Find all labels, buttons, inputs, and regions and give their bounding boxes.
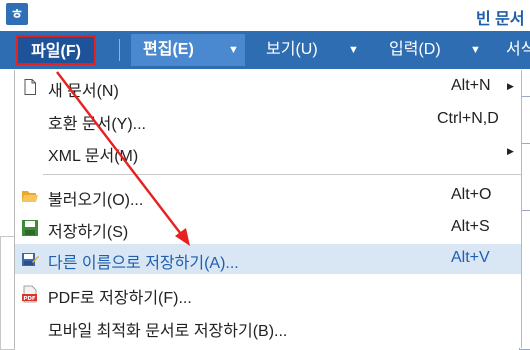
menu-item-label: XML 문서(M) — [48, 148, 139, 165]
menu-bar: 파일(F) 편집(E) ▼ 보기(U) ▼ 입력(D) ▼ 서식 — [0, 31, 530, 69]
menu-item-shortcut: Alt+O — [451, 186, 492, 203]
title-bar: ㅎ 빈 문서 — [0, 0, 530, 31]
save-as-icon — [22, 253, 39, 266]
menu-item-save-as[interactable]: 다른 이름으로 저장하기(A)... Alt+V — [15, 244, 521, 274]
menu-item-open[interactable]: 불러오기(O)... Alt+O — [15, 181, 521, 211]
hangul-app-icon[interactable]: ㅎ — [6, 3, 28, 25]
menu-item-label: PDF로 저장하기(F)... — [48, 290, 192, 307]
save-icon — [22, 220, 38, 236]
view-dropdown-caret-icon[interactable]: ▼ — [348, 44, 359, 56]
menu-item-label: 저장하기(S) — [48, 224, 129, 241]
menu-insert[interactable]: 입력(D) — [389, 31, 441, 69]
file-menu-dropdown: 새 문서(N) Alt+N ▶ 호환 문서(Y)... Ctrl+N,D XML… — [14, 70, 522, 348]
menu-item-label: 다른 이름으로 저장하기(A)... — [48, 255, 239, 272]
menu-divider — [43, 174, 521, 175]
menu-item-save-pdf[interactable]: PDF PDF로 저장하기(F)... — [15, 279, 521, 309]
new-document-icon — [24, 79, 36, 95]
menu-item-new-document[interactable]: 새 문서(N) Alt+N ▶ — [15, 72, 521, 102]
submenu-arrow-icon: ▶ — [507, 81, 514, 91]
menu-item-save-mobile[interactable]: 모바일 최적화 문서로 저장하기(B)... — [15, 312, 521, 342]
open-folder-icon — [22, 191, 38, 202]
insert-dropdown-caret-icon[interactable]: ▼ — [470, 44, 481, 56]
menu-file[interactable]: 파일(F) — [16, 35, 96, 65]
pdf-icon: PDF — [22, 285, 37, 303]
menu-item-shortcut: Alt+N — [451, 77, 491, 94]
menu-item-label: 불러오기(O)... — [48, 192, 144, 209]
menu-item-compatible-document[interactable]: 호환 문서(Y)... Ctrl+N,D — [15, 105, 521, 135]
menu-item-save[interactable]: 저장하기(S) Alt+S — [15, 213, 521, 243]
ruler-fragment — [0, 236, 15, 350]
menu-edit-label: 편집(E) — [143, 41, 194, 58]
menu-item-shortcut: Alt+S — [451, 218, 490, 235]
svg-text:PDF: PDF — [23, 296, 36, 302]
window-title: 빈 문서 — [476, 11, 525, 28]
menu-item-shortcut: Ctrl+N,D — [437, 110, 499, 127]
submenu-arrow-icon: ▶ — [507, 146, 514, 156]
menu-item-label: 새 문서(N) — [48, 83, 119, 100]
menu-item-shortcut: Alt+V — [451, 249, 490, 266]
menu-separator — [119, 39, 120, 61]
menu-item-label: 호환 문서(Y)... — [48, 116, 146, 133]
menu-format[interactable]: 서식 — [506, 31, 530, 69]
menu-view[interactable]: 보기(U) — [266, 31, 318, 69]
menu-item-xml-document[interactable]: XML 문서(M) ▶ — [15, 137, 521, 167]
edit-dropdown-caret-icon[interactable]: ▼ — [228, 44, 239, 56]
menu-item-label: 모바일 최적화 문서로 저장하기(B)... — [48, 323, 288, 340]
